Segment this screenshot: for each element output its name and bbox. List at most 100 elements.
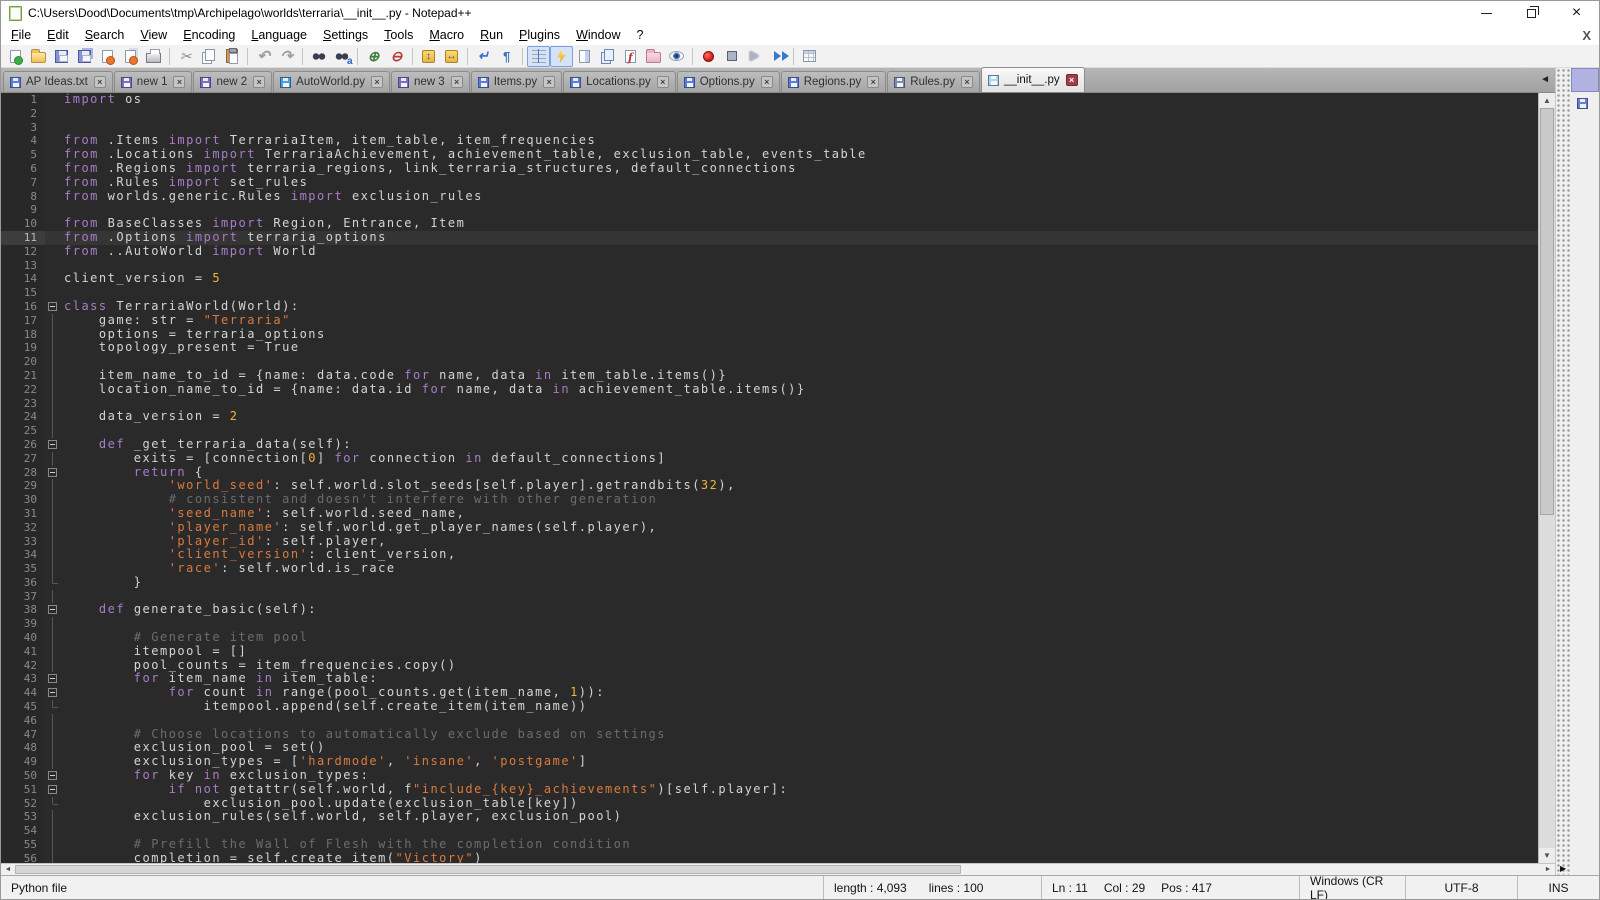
code-line[interactable]: 7from .Rules import set_rules xyxy=(1,176,1538,190)
fold-marker-icon[interactable] xyxy=(45,438,60,452)
code-line[interactable]: 30 # consistent and doesn't interfere wi… xyxy=(1,493,1538,507)
zoom-out-icon[interactable] xyxy=(385,46,408,67)
sync-vertical-scroll-icon[interactable] xyxy=(417,46,440,67)
code-line[interactable]: 16class TerrariaWorld(World): xyxy=(1,300,1538,314)
code-line[interactable]: 36 } xyxy=(1,576,1538,590)
menu-view[interactable]: View xyxy=(132,27,175,43)
code-line[interactable]: 22 location_name_to_id = {name: data.id … xyxy=(1,383,1538,397)
tab-rules-py[interactable]: Rules.py× xyxy=(887,71,980,92)
code-line[interactable]: 3 xyxy=(1,121,1538,135)
replace-icon[interactable] xyxy=(330,46,353,67)
fold-marker-icon[interactable] xyxy=(45,686,60,700)
code-line[interactable]: 9 xyxy=(1,203,1538,217)
tab-close-icon[interactable]: × xyxy=(173,76,185,88)
tab-new-3[interactable]: new 3× xyxy=(391,71,470,92)
tab-close-icon[interactable]: × xyxy=(761,76,773,88)
tab-close-icon[interactable]: × xyxy=(253,76,265,88)
panel-expand-icon[interactable]: ▶ xyxy=(1560,864,1566,873)
vertical-scrollbar[interactable]: ▲ ▼ xyxy=(1538,93,1555,863)
tab-close-icon[interactable]: × xyxy=(657,76,669,88)
close-all-icon[interactable] xyxy=(119,46,142,67)
scroll-left-icon[interactable]: ◄ xyxy=(1,866,15,873)
code-line[interactable]: 21 item_name_to_id = {name: data.code fo… xyxy=(1,369,1538,383)
tab-init-py[interactable]: __init__.py× xyxy=(981,67,1085,92)
show-indent-guide-icon[interactable] xyxy=(527,46,550,67)
menu-window[interactable]: Window xyxy=(568,27,628,43)
tab-ap-ideas-txt[interactable]: AP Ideas.txt× xyxy=(3,71,113,92)
tab-close-icon[interactable]: × xyxy=(961,76,973,88)
panel-splitter[interactable]: ▶ xyxy=(1555,68,1571,875)
code-line[interactable]: 52 exclusion_pool.update(exclusion_table… xyxy=(1,797,1538,811)
fold-marker-icon[interactable] xyxy=(45,672,60,686)
sync-horizontal-scroll-icon[interactable] xyxy=(440,46,463,67)
function-completion-icon[interactable] xyxy=(550,46,573,67)
horizontal-scroll-track[interactable] xyxy=(15,864,1541,875)
code-line[interactable]: 45 itempool.append(self.create_item(item… xyxy=(1,700,1538,714)
macro-save-icon[interactable] xyxy=(798,46,821,67)
menu-language[interactable]: Language xyxy=(243,27,315,43)
tab-regions-py[interactable]: Regions.py× xyxy=(781,71,887,92)
macro-play-icon[interactable] xyxy=(743,46,766,67)
find-icon[interactable] xyxy=(307,46,330,67)
code-line[interactable]: 44 for count in range(pool_counts.get(it… xyxy=(1,686,1538,700)
paste-icon[interactable] xyxy=(220,46,243,67)
document-map-icon[interactable] xyxy=(573,46,596,67)
horizontal-scroll-thumb[interactable] xyxy=(15,865,961,874)
macro-record-icon[interactable] xyxy=(697,46,720,67)
menu-macro[interactable]: Macro xyxy=(421,27,472,43)
horizontal-scrollbar[interactable]: ◄ ► xyxy=(1,863,1555,875)
zoom-in-icon[interactable] xyxy=(362,46,385,67)
tab-close-icon[interactable]: × xyxy=(451,76,463,88)
code-line[interactable]: 27 exits = [connection[0] for connection… xyxy=(1,452,1538,466)
code-line[interactable]: 35 'race': self.world.is_race xyxy=(1,562,1538,576)
code-line[interactable]: 40 # Generate item pool xyxy=(1,631,1538,645)
menu-search[interactable]: Search xyxy=(77,27,133,43)
code-line[interactable]: 37 xyxy=(1,590,1538,604)
undo-icon[interactable] xyxy=(252,46,275,67)
code-line[interactable]: 42 pool_counts = item_frequencies.copy() xyxy=(1,659,1538,673)
copy-icon[interactable] xyxy=(197,46,220,67)
menu-edit[interactable]: Edit xyxy=(39,27,77,43)
code-line[interactable]: 19 topology_present = True xyxy=(1,341,1538,355)
code-line[interactable]: 26 def _get_terraria_data(self): xyxy=(1,438,1538,452)
fold-marker-icon[interactable] xyxy=(45,300,60,314)
tab-close-icon[interactable]: × xyxy=(94,76,106,88)
code-line[interactable]: 49 exclusion_types = ['hardmode', 'insan… xyxy=(1,755,1538,769)
menu-plugins[interactable]: Plugins xyxy=(511,27,568,43)
code-line[interactable]: 4from .Items import TerrariaItem, item_t… xyxy=(1,134,1538,148)
code-line[interactable]: 56 completion = self.create_item("Victor… xyxy=(1,852,1538,863)
tab-close-icon[interactable]: × xyxy=(371,76,383,88)
code-line[interactable]: 47 # Choose locations to automatically e… xyxy=(1,728,1538,742)
macro-stop-icon[interactable] xyxy=(720,46,743,67)
code-line[interactable]: 5from .Locations import TerrariaAchievem… xyxy=(1,148,1538,162)
restore-button[interactable] xyxy=(1509,1,1554,25)
code-line[interactable]: 41 itempool = [] xyxy=(1,645,1538,659)
status-encoding-section[interactable]: UTF-8 xyxy=(1405,876,1517,899)
show-all-characters-icon[interactable] xyxy=(495,46,518,67)
menu-help[interactable]: ? xyxy=(629,27,652,43)
print-icon[interactable] xyxy=(142,46,165,67)
tab-autoworld-py[interactable]: AutoWorld.py× xyxy=(273,71,390,92)
status-eol-section[interactable]: Windows (CR LF) xyxy=(1299,876,1405,899)
tab-close-icon[interactable]: × xyxy=(867,76,879,88)
code-line[interactable]: 10from BaseClasses import Region, Entran… xyxy=(1,217,1538,231)
fold-marker-icon[interactable] xyxy=(45,783,60,797)
code-line[interactable]: 13 xyxy=(1,259,1538,273)
menu-settings[interactable]: Settings xyxy=(315,27,376,43)
code-line[interactable]: 33 'player_id': self.player, xyxy=(1,535,1538,549)
tab-close-icon[interactable]: × xyxy=(543,76,555,88)
code-line[interactable]: 32 'player_name': self.world.get_player_… xyxy=(1,521,1538,535)
tab-new-2[interactable]: new 2× xyxy=(193,71,272,92)
menu-tools[interactable]: Tools xyxy=(376,27,421,43)
code-line[interactable]: 39 xyxy=(1,617,1538,631)
menu-encoding[interactable]: Encoding xyxy=(175,27,243,43)
tab-options-py[interactable]: Options.py× xyxy=(677,71,780,92)
code-line[interactable]: 20 xyxy=(1,355,1538,369)
code-line[interactable]: 14client_version = 5 xyxy=(1,272,1538,286)
code-line[interactable]: 12from ..AutoWorld import World xyxy=(1,245,1538,259)
code-line[interactable]: 54 xyxy=(1,824,1538,838)
close-document-button[interactable]: X xyxy=(1582,28,1591,43)
code-line[interactable]: 6from .Regions import terraria_regions, … xyxy=(1,162,1538,176)
code-line[interactable]: 46 xyxy=(1,714,1538,728)
word-wrap-icon[interactable] xyxy=(472,46,495,67)
